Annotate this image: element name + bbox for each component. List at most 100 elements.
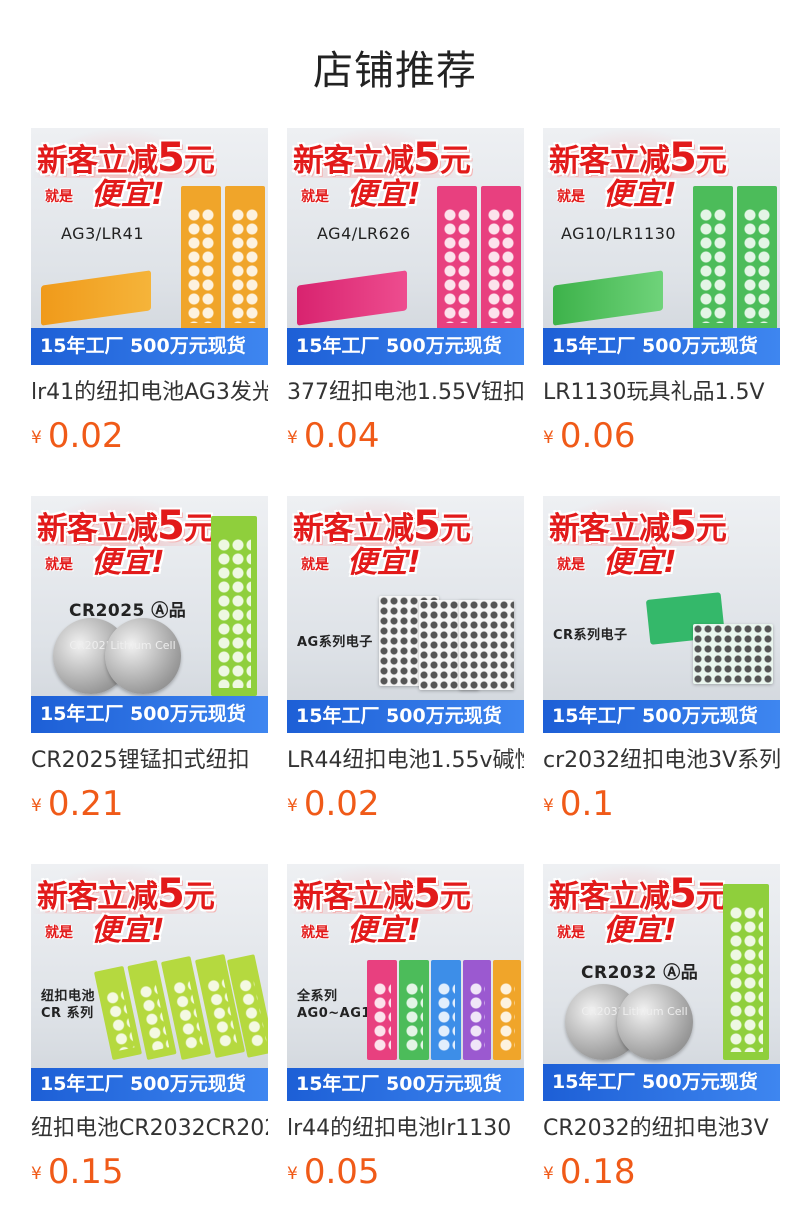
currency-symbol: ¥	[31, 796, 42, 816]
promo-sub-big: 便宜!	[603, 177, 677, 212]
promo-sub-big: 便宜!	[347, 913, 421, 948]
model-label: AG3/LR41	[61, 224, 145, 243]
product-card[interactable]: 新客立减5元 就是 便宜! CR2032 Ⓐ品 CR2032 Lithium C…	[543, 864, 780, 1204]
model-label: 全系列 AG0~AG13	[297, 989, 381, 1021]
product-name[interactable]: LR1130玩具礼品1.5V	[543, 378, 780, 408]
promo-sub-big: 便宜!	[603, 545, 677, 580]
product-image[interactable]: 新客立减5元 就是 便宜! AG4/LR626 15年工厂 500万元现货	[287, 128, 524, 365]
product-card[interactable]: 新客立减5元 就是 便宜! 纽扣电池 CR 系列 15年工厂 500万元现货 纽…	[31, 864, 268, 1204]
product-card[interactable]: 新客立减5元 就是 便宜! 全系列 AG0~AG13 15年工厂 500万元现货…	[287, 864, 524, 1204]
product-name[interactable]: LR44纽扣电池1.55v碱性	[287, 746, 524, 776]
promo-banner: 15年工厂 500万元现货	[543, 1064, 780, 1101]
price-amount: 0.18	[559, 1152, 636, 1192]
product-price: ¥0.06	[543, 416, 636, 456]
promo-headline: 新客立减5元	[549, 871, 727, 917]
product-price: ¥0.1	[543, 784, 614, 824]
promo-sub-small: 就是	[301, 189, 329, 205]
promo-sub-big: 便宜!	[91, 913, 165, 948]
product-name[interactable]: cr2032纽扣电池3V系列	[543, 746, 780, 776]
promo-headline: 新客立减5元	[549, 135, 727, 181]
promo-headline: 新客立减5元	[549, 503, 727, 549]
product-card[interactable]: 新客立减5元 就是 便宜! AG4/LR626 15年工厂 500万元现货 37…	[287, 128, 524, 468]
currency-symbol: ¥	[543, 428, 554, 448]
promo-sub-small: 就是	[557, 189, 585, 205]
product-image[interactable]: 新客立减5元 就是 便宜! AG3/LR41 15年工厂 500万元现货	[31, 128, 268, 365]
model-label: AG10/LR1130	[561, 224, 677, 243]
battery-tray-image	[693, 624, 773, 684]
promo-headline: 新客立减5元	[37, 503, 215, 549]
promo-banner: 15年工厂 500万元现货	[287, 1068, 524, 1101]
battery-box-image	[41, 270, 151, 326]
price-amount: 0.02	[47, 416, 124, 456]
price-amount: 0.06	[559, 416, 636, 456]
battery-box-image	[553, 270, 663, 326]
promo-sub-big: 便宜!	[603, 913, 677, 948]
battery-pack-image	[431, 960, 461, 1060]
product-name[interactable]: CR2032的纽扣电池3V	[543, 1114, 780, 1144]
product-name[interactable]: CR2025锂锰扣式纽扣	[31, 746, 268, 776]
product-card[interactable]: 新客立减5元 就是 便宜! CR2025 Ⓐ品 CR2025 Lithium C…	[31, 496, 268, 836]
product-image[interactable]: 新客立减5元 就是 便宜! CR2025 Ⓐ品 CR2025 Lithium C…	[31, 496, 268, 733]
promo-sub-big: 便宜!	[91, 545, 165, 580]
product-image[interactable]: 新客立减5元 就是 便宜! AG系列电子 15年工厂 500万元现货	[287, 496, 524, 733]
promo-sub-small: 就是	[557, 557, 585, 573]
price-amount: 0.04	[303, 416, 380, 456]
promo-sub-big: 便宜!	[347, 545, 421, 580]
battery-tray-image	[459, 600, 514, 690]
promo-banner: 15年工厂 500万元现货	[31, 696, 268, 733]
product-image[interactable]: 新客立减5元 就是 便宜! CR系列电子 15年工厂 500万元现货	[543, 496, 780, 733]
promo-sub-small: 就是	[301, 557, 329, 573]
product-price: ¥0.21	[31, 784, 124, 824]
promo-sub-small: 就是	[45, 557, 73, 573]
model-label: CR系列电子	[553, 628, 628, 643]
product-name[interactable]: lr41的纽扣电池AG3发光	[31, 378, 268, 408]
battery-pack-image	[463, 960, 491, 1060]
currency-symbol: ¥	[287, 796, 298, 816]
model-label: AG4/LR626	[317, 224, 411, 243]
product-image[interactable]: 新客立减5元 就是 便宜! 全系列 AG0~AG13 15年工厂 500万元现货	[287, 864, 524, 1101]
currency-symbol: ¥	[31, 428, 42, 448]
battery-pack-image	[367, 960, 397, 1060]
promo-sub-small: 就是	[557, 925, 585, 941]
battery-box-image	[297, 270, 407, 326]
battery-pack-image	[181, 186, 221, 331]
model-label: AG系列电子	[297, 635, 373, 650]
promo-sub-big: 便宜!	[347, 177, 421, 212]
model-label: CR2032 Ⓐ品	[581, 963, 699, 983]
coin-battery-image: Lithium Cell	[617, 984, 693, 1060]
battery-pack-image	[693, 186, 733, 331]
product-card[interactable]: 新客立减5元 就是 便宜! CR系列电子 15年工厂 500万元现货 cr203…	[543, 496, 780, 836]
product-name[interactable]: lr44的纽扣电池lr1130	[287, 1114, 524, 1144]
promo-banner: 15年工厂 500万元现货	[287, 328, 524, 365]
price-amount: 0.15	[47, 1152, 124, 1192]
product-price: ¥0.02	[287, 784, 380, 824]
promo-banner: 15年工厂 500万元现货	[31, 328, 268, 365]
promo-headline: 新客立减5元	[293, 503, 471, 549]
promo-sub-small: 就是	[301, 925, 329, 941]
product-name[interactable]: 纽扣电池CR2032CR2025	[31, 1114, 268, 1144]
product-image[interactable]: 新客立减5元 就是 便宜! CR2032 Ⓐ品 CR2032 Lithium C…	[543, 864, 780, 1101]
product-card[interactable]: 新客立减5元 就是 便宜! AG系列电子 15年工厂 500万元现货 LR44纽…	[287, 496, 524, 836]
product-name[interactable]: 377纽扣电池1.55V钮扣	[287, 378, 524, 408]
battery-pack-image	[225, 186, 265, 331]
product-price: ¥0.18	[543, 1152, 636, 1192]
promo-headline: 新客立减5元	[293, 871, 471, 917]
promo-headline: 新客立减5元	[37, 871, 215, 917]
promo-banner: 15年工厂 500万元现货	[287, 700, 524, 733]
battery-pack-image	[737, 186, 777, 331]
currency-symbol: ¥	[287, 1164, 298, 1184]
coin-battery-image: Lithium Cell	[105, 618, 181, 694]
price-amount: 0.02	[303, 784, 380, 824]
promo-headline: 新客立减5元	[293, 135, 471, 181]
battery-pack-image	[437, 186, 477, 331]
promo-sub-big: 便宜!	[91, 177, 165, 212]
promo-headline: 新客立减5元	[37, 135, 215, 181]
product-card[interactable]: 新客立减5元 就是 便宜! AG10/LR1130 15年工厂 500万元现货 …	[543, 128, 780, 468]
price-amount: 0.1	[559, 784, 614, 824]
product-card[interactable]: 新客立减5元 就是 便宜! AG3/LR41 15年工厂 500万元现货 lr4…	[31, 128, 268, 468]
product-image[interactable]: 新客立减5元 就是 便宜! AG10/LR1130 15年工厂 500万元现货	[543, 128, 780, 365]
promo-banner: 15年工厂 500万元现货	[31, 1068, 268, 1101]
price-amount: 0.21	[47, 784, 124, 824]
product-price: ¥0.05	[287, 1152, 380, 1192]
product-image[interactable]: 新客立减5元 就是 便宜! 纽扣电池 CR 系列 15年工厂 500万元现货	[31, 864, 268, 1101]
